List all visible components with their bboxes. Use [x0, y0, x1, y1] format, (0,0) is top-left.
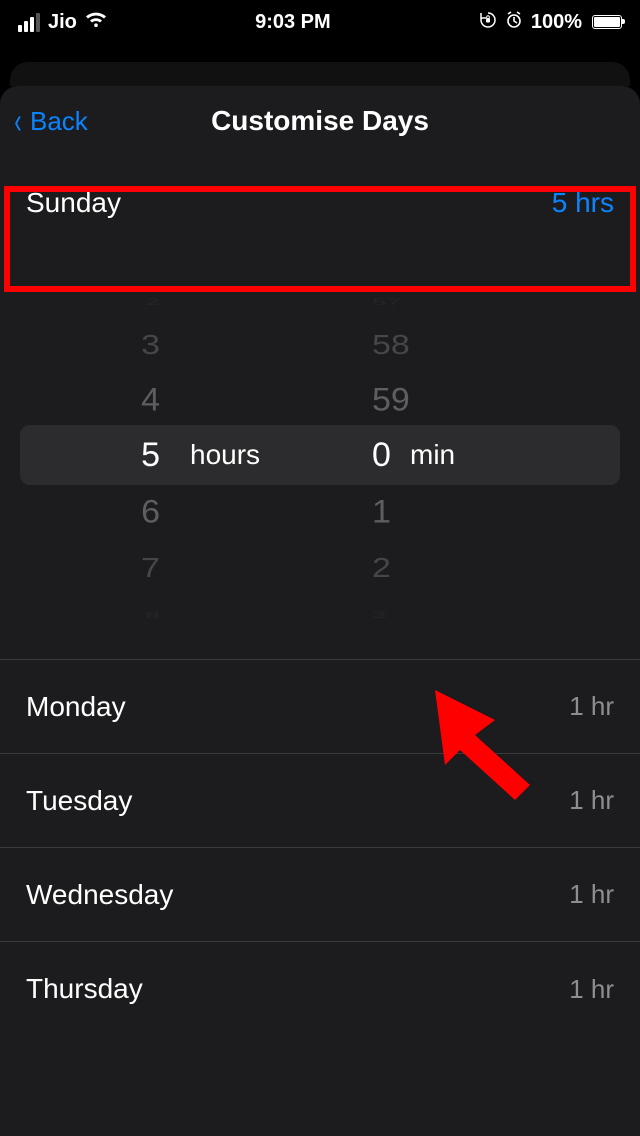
page-title: Customise Days	[211, 105, 429, 137]
day-value: 1 hr	[569, 974, 614, 1005]
wifi-icon	[85, 10, 107, 34]
day-row-wednesday[interactable]: Wednesday 1 hr	[0, 848, 640, 942]
back-button[interactable]: ‹ Back	[12, 103, 88, 139]
day-name: Monday	[26, 691, 126, 723]
battery-pct-label: 100%	[531, 11, 582, 34]
day-value: 1 hr	[569, 785, 614, 816]
day-name: Thursday	[26, 973, 143, 1005]
time-picker[interactable]: 2 3 4 5 6 7 8 hours 57 58 59 0 1 2 3 min	[0, 250, 640, 660]
sheet-stack-shadow	[10, 62, 630, 86]
picker-hour-option[interactable]: 2	[20, 292, 320, 313]
modal-sheet: ‹ Back Customise Days Sunday 5 hrs 2 3 4…	[0, 86, 640, 1136]
status-left: Jio	[18, 10, 107, 34]
picker-mins-label: min	[410, 425, 455, 485]
day-name: Tuesday	[26, 785, 132, 817]
picker-min-option[interactable]: 1	[320, 484, 620, 541]
day-row-sunday[interactable]: Sunday 5 hrs	[0, 156, 640, 250]
clock-label: 9:03 PM	[255, 11, 331, 34]
picker-column-hours[interactable]: 2 3 4 5 6 7 8	[20, 250, 320, 659]
day-row-thursday[interactable]: Thursday 1 hr	[0, 942, 640, 1036]
battery-icon	[592, 15, 622, 29]
day-row-tuesday[interactable]: Tuesday 1 hr	[0, 754, 640, 848]
day-name: Sunday	[26, 187, 121, 219]
chevron-left-icon: ‹	[14, 103, 21, 139]
picker-hour-option[interactable]: 7	[20, 543, 320, 592]
picker-hour-option[interactable]: 3	[20, 320, 320, 369]
picker-hour-option[interactable]: 8	[20, 605, 320, 626]
alarm-icon	[505, 11, 523, 34]
day-row-monday[interactable]: Monday 1 hr	[0, 660, 640, 754]
day-name: Wednesday	[26, 879, 173, 911]
picker-min-option[interactable]: 3	[320, 605, 620, 626]
back-label: Back	[30, 106, 88, 137]
day-value: 1 hr	[569, 691, 614, 722]
picker-min-option[interactable]: 59	[320, 372, 620, 429]
picker-hours-label: hours	[190, 425, 260, 485]
carrier-label: Jio	[48, 11, 77, 34]
status-bar: Jio 9:03 PM 100%	[0, 0, 640, 44]
picker-min-option[interactable]: 58	[320, 320, 620, 369]
orientation-lock-icon	[479, 11, 497, 34]
picker-hour-option[interactable]: 4	[20, 372, 320, 429]
picker-min-option[interactable]: 57	[320, 292, 620, 313]
status-right: 100%	[479, 11, 622, 34]
picker-hour-option[interactable]: 6	[20, 484, 320, 541]
day-value: 1 hr	[569, 879, 614, 910]
picker-min-selected[interactable]: 0	[320, 425, 620, 485]
picker-min-option[interactable]: 2	[320, 543, 620, 592]
cellular-signal-icon	[18, 13, 40, 32]
day-value: 5 hrs	[552, 187, 614, 219]
picker-hour-selected[interactable]: 5	[20, 425, 320, 485]
picker-column-minutes[interactable]: 57 58 59 0 1 2 3	[320, 250, 620, 659]
nav-bar: ‹ Back Customise Days	[0, 86, 640, 156]
